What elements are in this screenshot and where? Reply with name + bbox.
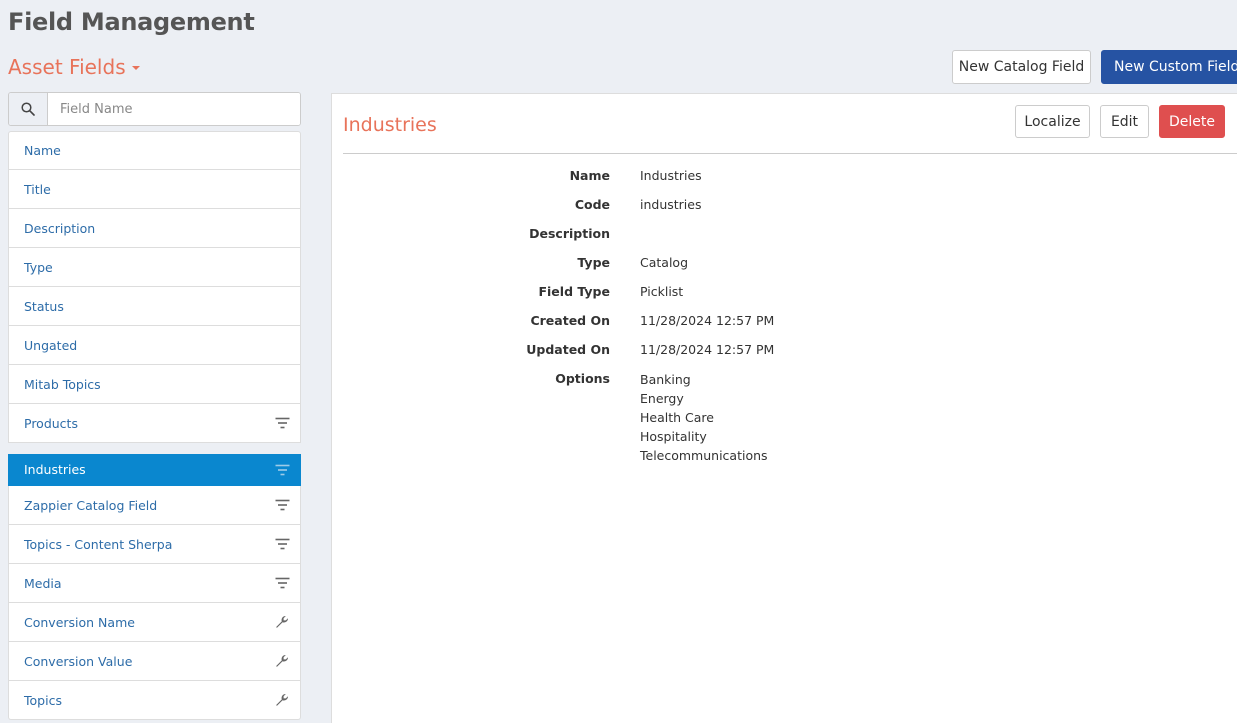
- section-selector-dropdown[interactable]: Asset Fields: [8, 55, 140, 79]
- property-label: Created On: [530, 313, 610, 328]
- field-list-item-label: Status: [24, 298, 64, 314]
- localize-button[interactable]: Localize: [1015, 105, 1090, 138]
- property-row-name: Name Industries: [332, 162, 774, 191]
- field-list-item-label: Ungated: [24, 337, 78, 353]
- field-list-item-label: Title: [24, 181, 51, 197]
- field-list-item[interactable]: Status: [8, 287, 301, 326]
- property-label: Name: [569, 168, 610, 183]
- field-list-item[interactable]: Title: [8, 170, 301, 209]
- filter-icon: [274, 536, 290, 552]
- filter-icon: [274, 575, 290, 591]
- field-list-item[interactable]: Topics - Content Sherpa: [8, 525, 301, 564]
- field-list-item[interactable]: Conversion Name: [8, 603, 301, 642]
- field-list-item-label: Conversion Name: [24, 614, 135, 630]
- property-value: Picklist: [640, 284, 684, 299]
- property-value: Catalog: [640, 255, 689, 270]
- field-list: Name Title Description Type Status Ungated Mit…: [8, 131, 301, 720]
- property-label: Updated On: [526, 342, 610, 357]
- field-list-item[interactable]: Conversion Value: [8, 642, 301, 681]
- option-item: Banking: [640, 372, 691, 387]
- property-value: Industries: [640, 168, 702, 183]
- field-list-item[interactable]: Industries: [8, 454, 301, 486]
- field-list-item-label: Name: [24, 143, 61, 158]
- field-list-item[interactable]: Products: [8, 404, 301, 443]
- field-list-item-label: Topics - Content Sherpa: [24, 536, 173, 552]
- wrench-icon: [274, 653, 290, 669]
- field-list-item[interactable]: Mitab Topics: [8, 365, 301, 404]
- property-value: industries: [640, 197, 702, 212]
- property-row-description: Description: [332, 220, 774, 249]
- property-label: Code: [574, 197, 610, 212]
- property-value-options: Banking Energy Health Care Hospitality T…: [640, 365, 768, 465]
- property-row-code: Code industries: [332, 191, 774, 220]
- property-row-options: Options Banking Energy Health Care Hospi…: [332, 365, 774, 465]
- field-list-item-label: Products: [24, 415, 78, 431]
- new-custom-field-button[interactable]: New Custom Field: [1101, 50, 1237, 84]
- search-icon: [9, 93, 48, 125]
- filter-icon: [274, 462, 290, 478]
- option-item: Energy: [640, 391, 684, 406]
- property-label: Description: [529, 226, 610, 241]
- field-list-item[interactable]: Name: [8, 131, 301, 170]
- property-label: Field Type: [538, 284, 610, 299]
- field-name-search-input[interactable]: [48, 93, 300, 125]
- option-item: Hospitality: [640, 429, 707, 444]
- section-selector-label: Asset Fields: [8, 55, 126, 79]
- property-label: Type: [577, 255, 610, 270]
- property-row-type: Type Catalog: [332, 249, 774, 278]
- detail-divider: [343, 153, 1237, 154]
- option-item: Telecommunications: [640, 448, 768, 463]
- list-spacer: [8, 443, 301, 454]
- property-row-created-on: Created On 11/28/2024 12:57 PM: [332, 307, 774, 336]
- field-list-item[interactable]: Topics: [8, 681, 301, 720]
- field-list-item-label: Topics: [24, 692, 62, 708]
- field-list-item[interactable]: Media: [8, 564, 301, 603]
- field-list-item[interactable]: Ungated: [8, 326, 301, 365]
- field-list-item-label: Zappier Catalog Field: [24, 497, 158, 513]
- field-list-item-label: Mitab Topics: [24, 376, 101, 392]
- field-list-item-label: Media: [24, 575, 62, 591]
- wrench-icon: [274, 692, 290, 708]
- field-detail-panel: Industries Localize Edit Delete Name Ind…: [331, 93, 1237, 723]
- field-list-item[interactable]: Description: [8, 209, 301, 248]
- property-label: Options: [555, 371, 610, 386]
- field-properties: Name Industries Code industries Descript…: [332, 162, 774, 465]
- field-list-item-label: Conversion Value: [24, 653, 133, 669]
- filter-icon: [274, 497, 290, 513]
- wrench-icon: [274, 614, 290, 630]
- field-detail-title: Industries: [343, 114, 437, 136]
- field-list-item-label: Industries: [24, 462, 86, 477]
- field-list-item-label: Type: [24, 259, 53, 275]
- property-value: 11/28/2024 12:57 PM: [640, 342, 775, 357]
- edit-button[interactable]: Edit: [1100, 105, 1149, 138]
- caret-down-icon: [131, 66, 140, 70]
- option-item: Health Care: [640, 410, 714, 425]
- field-list-item[interactable]: Zappier Catalog Field: [8, 486, 301, 525]
- property-row-field-type: Field Type Picklist: [332, 278, 774, 307]
- field-list-item-label: Description: [24, 220, 96, 236]
- field-search: [8, 92, 301, 126]
- filter-icon: [274, 415, 290, 431]
- page-title: Field Management: [8, 8, 255, 36]
- property-row-updated-on: Updated On 11/28/2024 12:57 PM: [332, 336, 774, 365]
- property-value: 11/28/2024 12:57 PM: [640, 313, 775, 328]
- delete-button[interactable]: Delete: [1159, 105, 1225, 138]
- field-list-item[interactable]: Type: [8, 248, 301, 287]
- new-catalog-field-button[interactable]: New Catalog Field: [952, 50, 1091, 84]
